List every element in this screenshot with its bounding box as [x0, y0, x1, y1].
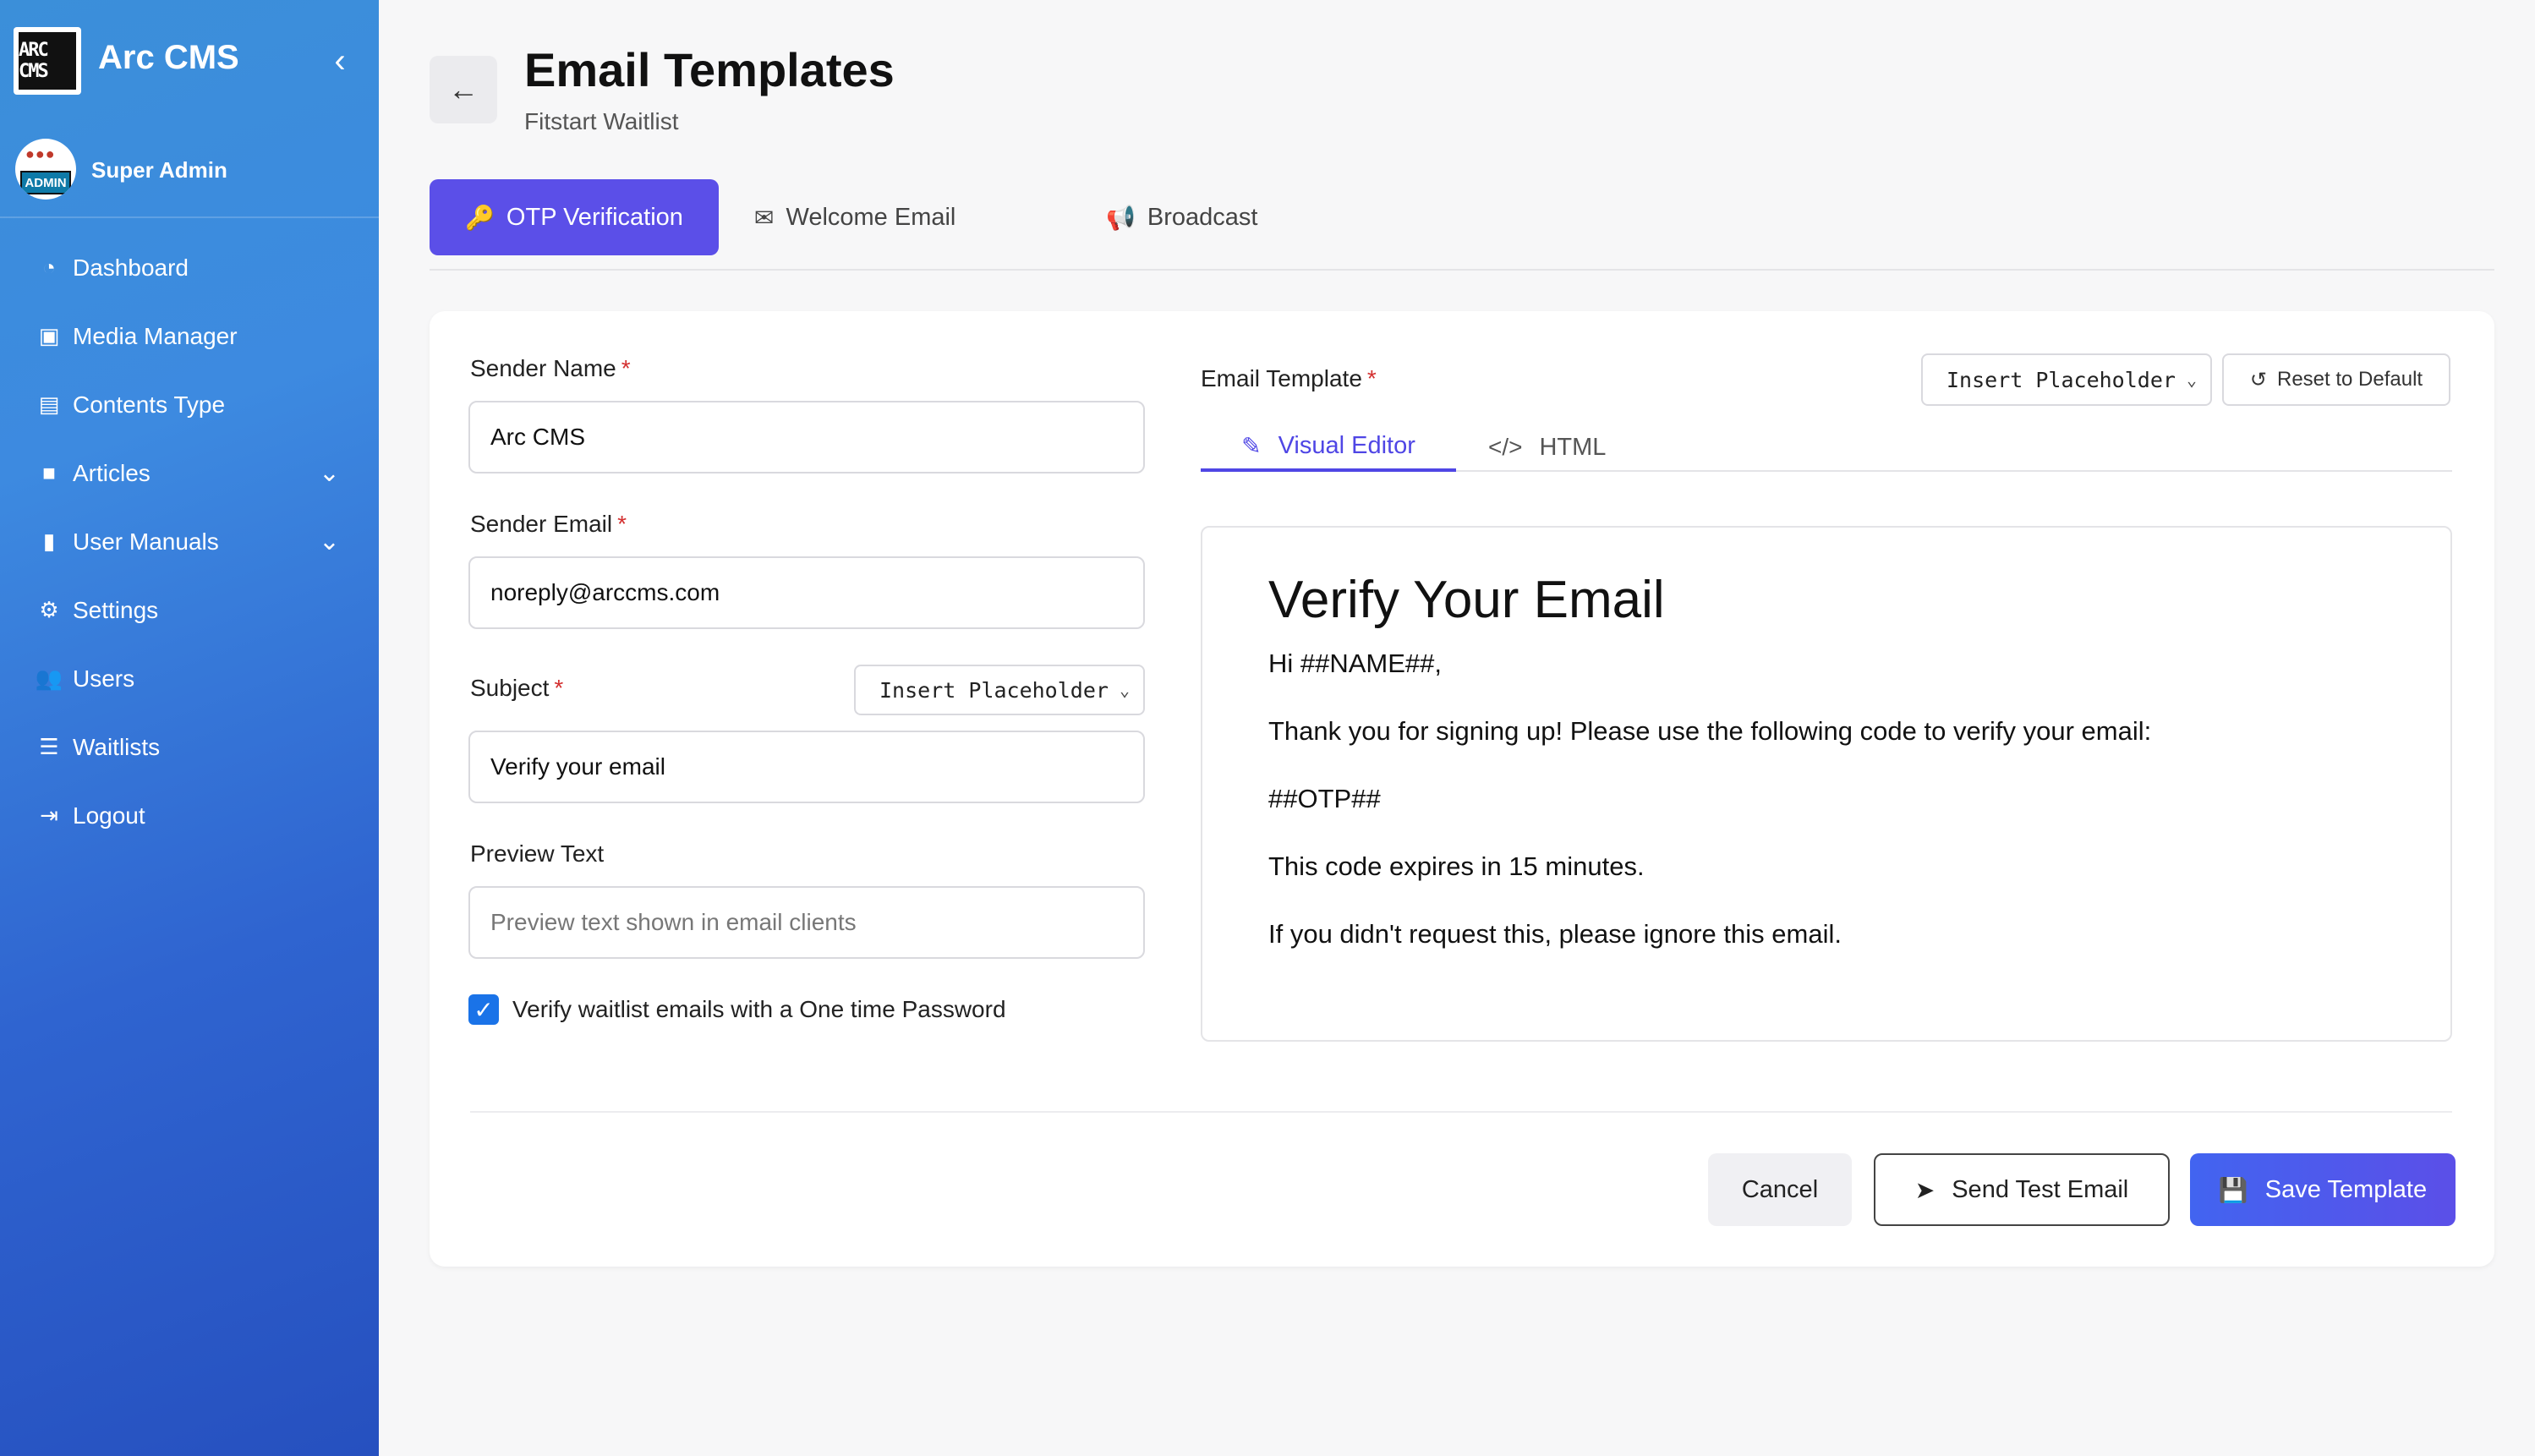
user-name: Super Admin: [91, 157, 227, 183]
checkmark-icon: ✓: [474, 996, 494, 1023]
preview-greeting: Hi ##NAME##,: [1268, 649, 1443, 678]
email-template-label: Email Template *: [1201, 365, 1377, 391]
chevron-down-icon: ⌄: [1119, 680, 1130, 700]
main-content: ← Email Templates Fitstart Waitlist 🔑 OT…: [379, 0, 2535, 1456]
tab-label: Welcome Email: [786, 203, 956, 231]
preview-line-2: This code expires in 15 minutes.: [1268, 851, 1645, 881]
required-marker: *: [621, 355, 631, 381]
sidebar-item-label: Waitlists: [73, 733, 161, 760]
preview-heading: Verify Your Email: [1268, 571, 1665, 629]
list-icon: ☰: [39, 734, 59, 759]
verify-otp-option[interactable]: ✓ Verify waitlist emails with a One time…: [468, 994, 1006, 1025]
sidebar-item-label: Users: [73, 665, 135, 692]
sidebar-item-settings[interactable]: ⚙ Settings: [0, 576, 379, 644]
sidebar-item-user-manuals[interactable]: ▮ User Manuals ⌄: [0, 507, 379, 576]
sidebar-item-label: Articles: [73, 459, 151, 486]
back-button[interactable]: ←: [430, 56, 497, 123]
sidebar-item-users[interactable]: 👥 Users: [0, 644, 379, 713]
verify-otp-checkbox[interactable]: ✓: [468, 994, 499, 1025]
sidebar-item-contents-type[interactable]: ▤ Contents Type: [0, 370, 379, 439]
template-placeholder-select[interactable]: Insert Placeholder ⌄: [1921, 353, 2212, 406]
sidebar-nav: ◔ Dashboard ▣ Media Manager ▤ Contents T…: [0, 233, 379, 850]
required-marker: *: [1366, 365, 1377, 391]
preview-text-label: Preview Text: [470, 840, 605, 867]
template-tabs: 🔑 OTP Verification ✉ Welcome Email 📢 Bro…: [430, 179, 2494, 271]
chevron-down-icon[interactable]: ⌄: [319, 527, 340, 556]
template-form-card: Sender Name* Sender Email* Subject* Inse…: [430, 311, 2494, 1267]
brand: ARC CMS Arc CMS ‹: [14, 27, 365, 95]
tab-visual-editor[interactable]: ✎ Visual Editor: [1201, 423, 1456, 472]
tab-label: OTP Verification: [506, 203, 683, 231]
sidebar-item-label: Settings: [73, 596, 159, 623]
verify-otp-label: Verify waitlist emails with a One time P…: [512, 996, 1006, 1022]
avatar: ●●● ADMIN: [15, 139, 76, 200]
visual-editor-preview[interactable]: Verify Your Email Hi ##NAME##, Thank you…: [1201, 526, 2452, 1042]
video-icon: ■: [42, 460, 56, 485]
sender-email-label: Sender Email *: [470, 511, 627, 537]
gear-icon: ⚙: [39, 597, 59, 622]
envelope-open-icon: ✉: [754, 204, 775, 231]
preview-line-3: If you didn't request this, please ignor…: [1268, 919, 1842, 949]
preview-text-input[interactable]: [468, 886, 1145, 959]
required-marker: *: [554, 675, 564, 701]
sender-name-label: Sender Name *: [470, 355, 631, 381]
send-test-email-button[interactable]: ➤ Send Test Email: [1874, 1153, 2170, 1226]
book-icon: ▤: [38, 391, 60, 417]
reset-to-default-button[interactable]: ↺ Reset to Default: [2222, 353, 2450, 406]
page-subtitle: Fitstart Waitlist: [524, 108, 679, 134]
edit-icon: ✎: [1241, 432, 1262, 459]
editor-tabs: ✎ Visual Editor </> HTML: [1201, 423, 2452, 472]
card-divider: [470, 1111, 2452, 1113]
paper-plane-icon: ➤: [1914, 1176, 1935, 1203]
sender-name-input[interactable]: [468, 401, 1145, 473]
image-icon: ▣: [38, 323, 60, 348]
chevron-down-icon: ⌄: [2186, 369, 2197, 390]
undo-icon: ↺: [2249, 368, 2267, 391]
cancel-button[interactable]: Cancel: [1708, 1153, 1852, 1226]
sidebar-item-label: User Manuals: [73, 528, 219, 555]
chevron-left-icon: ‹: [334, 41, 346, 79]
sidebar-item-label: Dashboard: [73, 254, 189, 281]
sidebar-item-dashboard[interactable]: ◔ Dashboard: [0, 233, 379, 302]
sidebar: ARC CMS Arc CMS ‹ ●●● ADMIN Super Admin …: [0, 0, 379, 1456]
manual-icon: ▮: [42, 528, 56, 554]
brand-title: Arc CMS: [98, 39, 239, 76]
subject-label: Subject *: [470, 675, 564, 701]
sidebar-divider: [0, 216, 379, 218]
tab-broadcast[interactable]: 📢 Broadcast: [1106, 179, 1257, 255]
sidebar-item-articles[interactable]: ■ Articles ⌄: [0, 439, 379, 507]
sidebar-item-waitlists[interactable]: ☰ Waitlists: [0, 713, 379, 781]
preview-otp: ##OTP##: [1268, 784, 1381, 813]
sidebar-item-label: Logout: [73, 802, 145, 829]
dashboard-icon: ◔: [42, 255, 56, 280]
logout-icon: ⇥: [40, 802, 58, 828]
tab-label: Broadcast: [1147, 203, 1258, 231]
tab-otp-verification[interactable]: 🔑 OTP Verification: [430, 179, 719, 255]
users-icon: 👥: [35, 665, 63, 691]
code-icon: </>: [1488, 434, 1523, 460]
chevron-down-icon[interactable]: ⌄: [319, 458, 340, 488]
key-icon: 🔑: [465, 204, 495, 231]
save-icon: 💾: [2218, 1176, 2248, 1203]
sidebar-item-label: Contents Type: [73, 391, 226, 418]
brand-logo[interactable]: ARC CMS: [14, 27, 81, 95]
required-marker: *: [617, 511, 627, 537]
avatar-tag: ADMIN: [20, 171, 71, 194]
tab-welcome-email[interactable]: ✉ Welcome Email: [754, 179, 955, 255]
collapse-sidebar-button[interactable]: ‹: [315, 36, 365, 86]
sidebar-item-media-manager[interactable]: ▣ Media Manager: [0, 302, 379, 370]
sidebar-item-logout[interactable]: ⇥ Logout: [0, 781, 379, 850]
arrow-left-icon: ←: [448, 72, 479, 107]
sidebar-item-label: Media Manager: [73, 322, 238, 349]
user-profile[interactable]: ●●● ADMIN Super Admin: [15, 139, 364, 206]
tab-html[interactable]: </> HTML: [1488, 423, 1606, 472]
preview-line-1: Thank you for signing up! Please use the…: [1268, 716, 2152, 746]
page-title: Email Templates: [524, 43, 895, 96]
save-template-button[interactable]: 💾 Save Template: [2190, 1153, 2456, 1226]
sender-email-input[interactable]: [468, 556, 1145, 629]
subject-input[interactable]: [468, 731, 1145, 803]
people-icon: ●●●: [25, 145, 56, 162]
megaphone-icon: 📢: [1106, 204, 1136, 231]
subject-placeholder-select[interactable]: Insert Placeholder ⌄: [854, 665, 1145, 715]
